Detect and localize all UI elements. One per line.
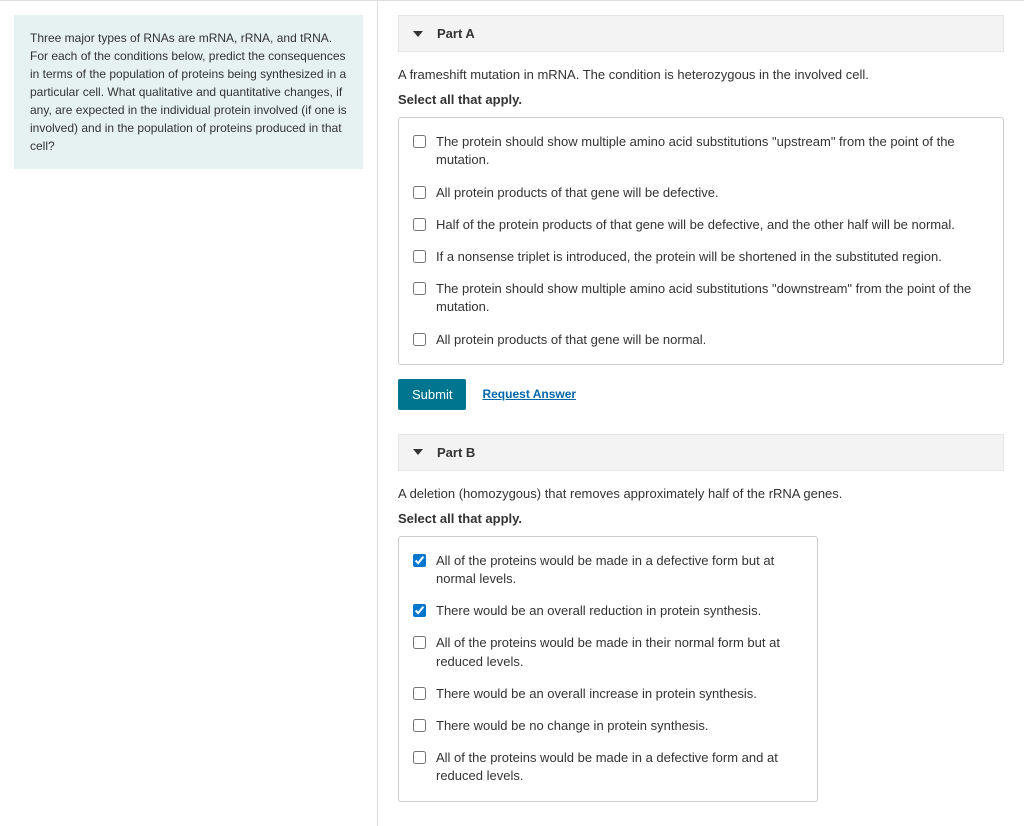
option-row[interactable]: There would be an overall reduction in p… (399, 595, 817, 627)
part-a-section: Part A A frameshift mutation in mRNA. Th… (398, 15, 1004, 410)
option-row[interactable]: All of the proteins would be made in a d… (399, 545, 817, 595)
option-row[interactable]: The protein should show multiple amino a… (399, 126, 1003, 176)
part-a-select-label: Select all that apply. (398, 92, 1004, 107)
request-answer-link[interactable]: Request Answer (482, 387, 576, 401)
checkbox[interactable] (413, 636, 426, 649)
checkbox[interactable] (413, 135, 426, 148)
checkbox[interactable] (413, 554, 426, 567)
checkbox[interactable] (413, 333, 426, 346)
option-label[interactable]: All of the proteins would be made in a d… (436, 552, 803, 588)
option-label[interactable]: There would be an overall increase in pr… (436, 685, 757, 703)
question-prompt: Three major types of RNAs are mRNA, rRNA… (14, 15, 363, 169)
checkbox[interactable] (413, 604, 426, 617)
part-a-header[interactable]: Part A (398, 15, 1004, 52)
right-panel: Part A A frameshift mutation in mRNA. Th… (378, 1, 1024, 826)
option-row[interactable]: All protein products of that gene will b… (399, 324, 1003, 356)
part-a-body: A frameshift mutation in mRNA. The condi… (398, 52, 1004, 410)
option-row[interactable]: All of the proteins would be made in the… (399, 627, 817, 677)
option-row[interactable]: There would be no change in protein synt… (399, 710, 817, 742)
option-label[interactable]: All of the proteins would be made in a d… (436, 749, 803, 785)
option-label[interactable]: If a nonsense triplet is introduced, the… (436, 248, 942, 266)
part-b-title: Part B (437, 445, 475, 460)
option-row[interactable]: The protein should show multiple amino a… (399, 273, 1003, 323)
part-b-section: Part B A deletion (homozygous) that remo… (398, 434, 1004, 802)
checkbox[interactable] (413, 751, 426, 764)
main-container: Three major types of RNAs are mRNA, rRNA… (0, 0, 1024, 826)
option-label[interactable]: There would be no change in protein synt… (436, 717, 708, 735)
part-b-select-label: Select all that apply. (398, 511, 1004, 526)
option-label[interactable]: The protein should show multiple amino a… (436, 133, 989, 169)
checkbox[interactable] (413, 687, 426, 700)
checkbox[interactable] (413, 218, 426, 231)
option-row[interactable]: All of the proteins would be made in a d… (399, 742, 817, 792)
submit-button[interactable]: Submit (398, 379, 466, 410)
option-row[interactable]: Half of the protein products of that gen… (399, 209, 1003, 241)
part-b-options: All of the proteins would be made in a d… (398, 536, 818, 802)
checkbox[interactable] (413, 186, 426, 199)
option-row[interactable]: All protein products of that gene will b… (399, 177, 1003, 209)
checkbox[interactable] (413, 250, 426, 263)
caret-down-icon (413, 31, 423, 37)
part-b-header[interactable]: Part B (398, 434, 1004, 471)
part-b-description: A deletion (homozygous) that removes app… (398, 485, 1004, 503)
option-row[interactable]: There would be an overall increase in pr… (399, 678, 817, 710)
part-a-options: The protein should show multiple amino a… (398, 117, 1004, 365)
option-row[interactable]: If a nonsense triplet is introduced, the… (399, 241, 1003, 273)
caret-down-icon (413, 449, 423, 455)
checkbox[interactable] (413, 719, 426, 732)
part-a-title: Part A (437, 26, 475, 41)
part-b-body: A deletion (homozygous) that removes app… (398, 471, 1004, 802)
part-a-description: A frameshift mutation in mRNA. The condi… (398, 66, 1004, 84)
part-a-actions: Submit Request Answer (398, 379, 1004, 410)
option-label[interactable]: All protein products of that gene will b… (436, 331, 706, 349)
option-label[interactable]: All protein products of that gene will b… (436, 184, 719, 202)
option-label[interactable]: The protein should show multiple amino a… (436, 280, 989, 316)
option-label[interactable]: Half of the protein products of that gen… (436, 216, 955, 234)
left-panel: Three major types of RNAs are mRNA, rRNA… (0, 1, 378, 826)
option-label[interactable]: There would be an overall reduction in p… (436, 602, 761, 620)
option-label[interactable]: All of the proteins would be made in the… (436, 634, 803, 670)
checkbox[interactable] (413, 282, 426, 295)
